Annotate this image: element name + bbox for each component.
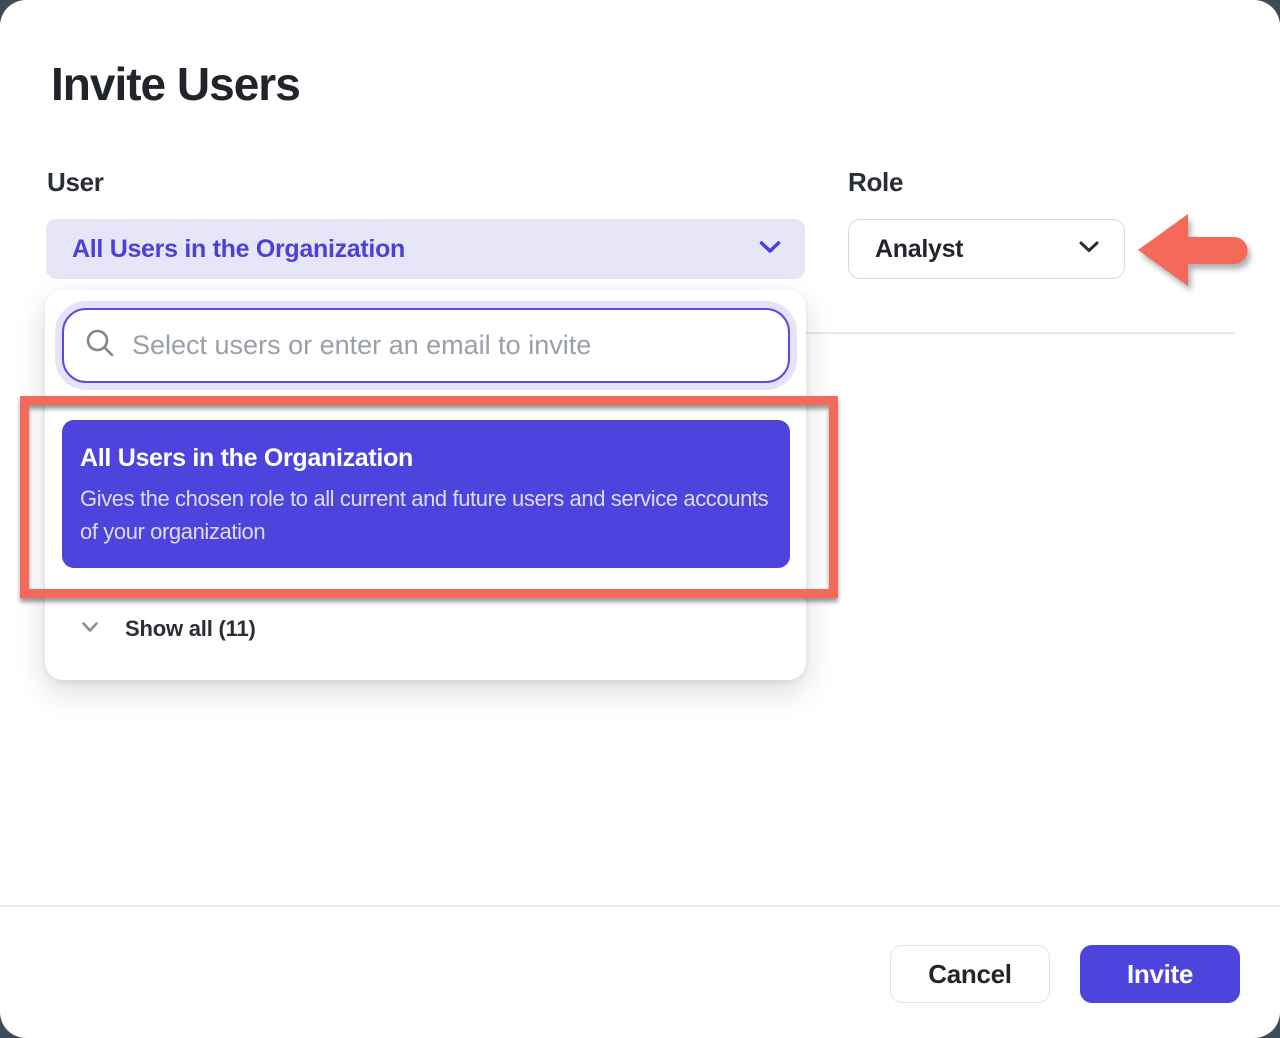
role-field-label: Role [848,167,903,198]
cancel-button[interactable]: Cancel [890,945,1050,1003]
chevron-down-icon [759,240,781,259]
show-all-toggle[interactable]: Show all (11) [81,616,256,642]
chevron-down-icon [1078,240,1100,259]
invite-button[interactable]: Invite [1080,945,1240,1003]
page-title: Invite Users [51,57,300,111]
search-input[interactable] [132,330,768,361]
annotation-arrow-icon [1136,210,1254,290]
user-select[interactable]: All Users in the Organization [46,219,805,279]
option-title: All Users in the Organization [80,444,772,473]
dropdown-option-all-users[interactable]: All Users in the Organization Gives the … [62,420,790,568]
user-select-value: All Users in the Organization [72,235,405,264]
role-select[interactable]: Analyst [848,219,1125,279]
user-dropdown-panel: All Users in the Organization Gives the … [45,290,806,680]
search-icon [84,327,116,364]
invite-users-dialog: Invite Users User All Users in the Organ… [0,0,1280,1038]
role-select-value: Analyst [875,235,963,264]
chevron-down-icon [81,620,99,638]
footer-divider [0,905,1280,907]
user-field-label: User [47,167,104,198]
show-all-label: Show all (11) [125,616,256,642]
option-description: Gives the chosen role to all current and… [80,482,772,548]
search-box[interactable] [62,308,790,383]
